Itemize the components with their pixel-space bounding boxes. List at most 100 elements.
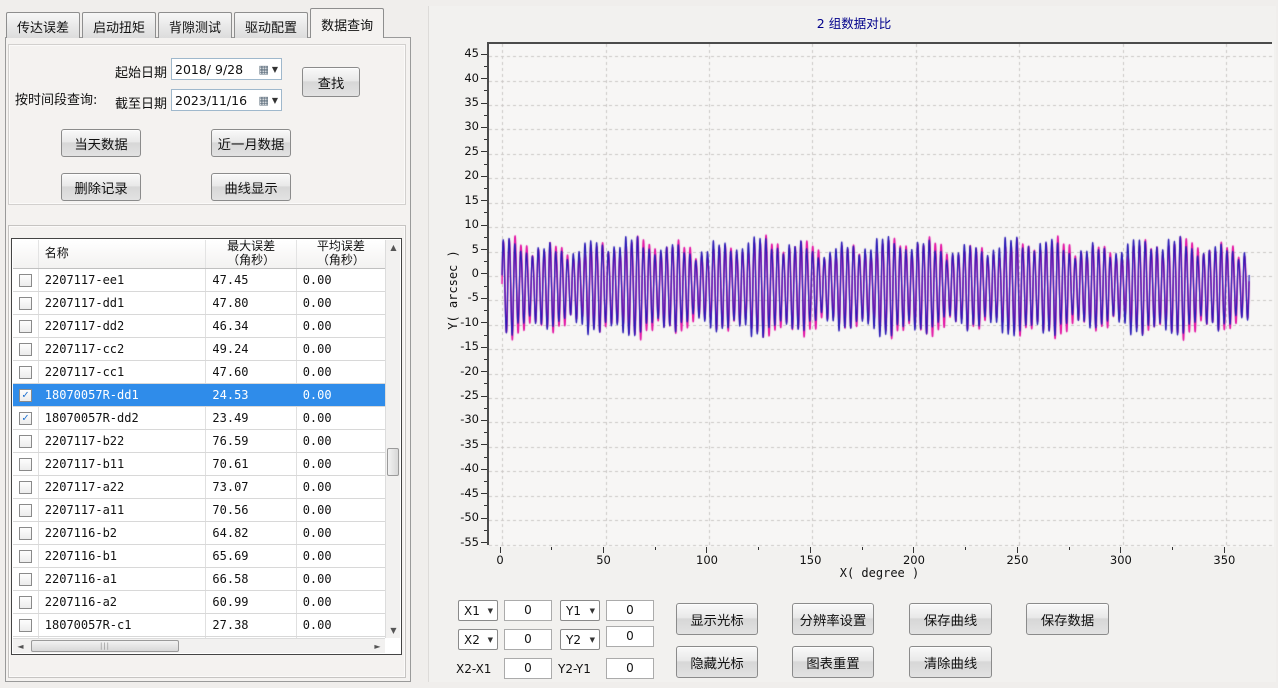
chevron-down-icon[interactable]: ▼: [272, 65, 278, 74]
y2-value-field[interactable]: 0: [606, 626, 654, 647]
table-horizontal-scrollbar[interactable]: ◄ ||| ►: [13, 638, 385, 653]
table-row[interactable]: 2207117-b1170.610.00: [13, 453, 385, 476]
y-minor-tick-mark: [484, 335, 487, 336]
checkbox-icon[interactable]: [19, 366, 32, 379]
header-avg-error[interactable]: 平均误差（角秒）: [297, 240, 385, 268]
table-row[interactable]: 2207117-cc249.240.00: [13, 338, 385, 361]
checkbox-checked-icon[interactable]: ✓: [19, 389, 32, 402]
search-button[interactable]: 查找: [302, 67, 360, 97]
checkbox-checked-icon[interactable]: ✓: [19, 412, 32, 425]
delete-record-button[interactable]: 删除记录: [61, 173, 141, 201]
table-row[interactable]: 2207116-a260.990.00: [13, 591, 385, 614]
checkbox-icon[interactable]: [19, 481, 32, 494]
table-row[interactable]: 2207117-ee147.450.00: [13, 269, 385, 292]
table-row[interactable]: 2207117-dd246.340.00: [13, 315, 385, 338]
curve-display-button[interactable]: 曲线显示: [211, 173, 291, 201]
checkbox-icon[interactable]: [19, 619, 32, 632]
tab-3[interactable]: 驱动配置: [234, 12, 308, 38]
checkbox-icon[interactable]: [19, 550, 32, 563]
tab-4[interactable]: 数据查询: [310, 8, 384, 38]
header-name[interactable]: 名称: [39, 240, 207, 268]
row-checkbox-cell: [13, 614, 39, 636]
tab-bar: 传达误差启动扭矩背隙测试驱动配置数据查询: [6, 10, 386, 38]
header-max-error[interactable]: 最大误差（角秒）: [206, 240, 296, 268]
scroll-right-icon[interactable]: ►: [370, 639, 385, 654]
table-row[interactable]: 2207116-b165.690.00: [13, 545, 385, 568]
y-minor-tick-mark: [484, 261, 487, 262]
resolution-settings-button[interactable]: 分辨率设置: [792, 603, 874, 635]
y-minor-tick-mark: [484, 78, 487, 79]
table-row[interactable]: 2207117-b2276.590.00: [13, 430, 385, 453]
checkbox-icon[interactable]: [19, 274, 32, 287]
checkbox-icon[interactable]: [19, 297, 32, 310]
chart-plot-area[interactable]: [487, 42, 1272, 545]
x2-value-field[interactable]: 0: [504, 629, 552, 650]
table-row[interactable]: 2207117-dd147.800.00: [13, 292, 385, 315]
horizontal-scroll-thumb[interactable]: |||: [31, 640, 179, 652]
y-minor-tick-mark: [484, 542, 487, 543]
start-date-picker[interactable]: 2018/ 9/28 ▦ ▼: [171, 58, 282, 80]
chart-canvas: [489, 44, 1274, 547]
table-vertical-scrollbar[interactable]: ▲ ▼: [385, 240, 400, 638]
y-tick-label: 30: [445, 119, 479, 133]
y1-value-field[interactable]: 0: [606, 600, 654, 621]
table-row[interactable]: ✓18070057R-dd223.490.00: [13, 407, 385, 430]
row-name: 2207117-dd1: [39, 292, 207, 314]
table-row[interactable]: 2207117-a2273.070.00: [13, 476, 385, 499]
y-minor-tick-mark: [484, 273, 487, 274]
table-row[interactable]: 2207116-b264.820.00: [13, 522, 385, 545]
table-row[interactable]: ✓18070057R-dd124.530.00: [13, 384, 385, 407]
checkbox-icon[interactable]: [19, 573, 32, 586]
scroll-down-icon[interactable]: ▼: [386, 623, 401, 638]
tab-2[interactable]: 背隙测试: [158, 12, 232, 38]
row-name: 2207116-b2: [39, 522, 207, 544]
chevron-down-icon[interactable]: ▼: [272, 96, 278, 105]
scroll-left-icon[interactable]: ◄: [13, 639, 28, 654]
scroll-up-icon[interactable]: ▲: [386, 240, 401, 255]
delta-x-field[interactable]: 0: [504, 658, 552, 679]
checkbox-icon[interactable]: [19, 596, 32, 609]
table-row[interactable]: 2207117-cc147.600.00: [13, 361, 385, 384]
checkbox-icon[interactable]: [19, 343, 32, 356]
y-minor-tick-mark: [484, 347, 487, 348]
last-month-data-button[interactable]: 近一月数据: [211, 129, 291, 157]
checkbox-icon[interactable]: [19, 504, 32, 517]
end-date-value: 2023/11/16: [175, 93, 247, 108]
checkbox-icon[interactable]: [19, 458, 32, 471]
row-avg-error: 0.00: [297, 338, 385, 360]
table-row[interactable]: 2207117-a1170.560.00: [13, 499, 385, 522]
delta-y-field[interactable]: 0: [606, 658, 654, 679]
y-minor-tick-mark: [484, 408, 487, 409]
x1-select[interactable]: X1▼: [458, 600, 498, 621]
x1-value-field[interactable]: 0: [504, 600, 552, 621]
y-tick-label: -50: [445, 510, 479, 524]
x-minor-tick-mark: [758, 547, 759, 550]
clear-curve-button[interactable]: 清除曲线: [909, 646, 992, 678]
y-minor-tick-mark: [484, 212, 487, 213]
checkbox-icon[interactable]: [19, 435, 32, 448]
row-max-error: 66.58: [206, 568, 296, 590]
y-minor-tick-mark: [484, 66, 487, 67]
row-checkbox-cell: [13, 361, 39, 383]
row-name: 2207117-b22: [39, 430, 207, 452]
x2-select[interactable]: X2▼: [458, 629, 498, 650]
table-row[interactable]: 18070057R-c127.380.00: [13, 614, 385, 637]
vertical-scroll-thumb[interactable]: [387, 448, 399, 476]
checkbox-icon[interactable]: [19, 527, 32, 540]
show-cursor-button[interactable]: 显示光标: [676, 603, 758, 635]
y-minor-tick-mark: [484, 481, 487, 482]
end-date-picker[interactable]: 2023/11/16 ▦ ▼: [171, 89, 282, 111]
tab-0[interactable]: 传达误差: [6, 12, 80, 38]
save-curve-button[interactable]: 保存曲线: [909, 603, 992, 635]
save-data-button[interactable]: 保存数据: [1026, 603, 1109, 635]
y1-select[interactable]: Y1▼: [560, 600, 600, 621]
table-row[interactable]: 2207116-a166.580.00: [13, 568, 385, 591]
checkbox-icon[interactable]: [19, 320, 32, 333]
hide-cursor-button[interactable]: 隐藏光标: [676, 646, 758, 678]
chart-reset-button[interactable]: 图表重置: [792, 646, 874, 678]
today-data-button[interactable]: 当天数据: [61, 129, 141, 157]
row-checkbox-cell: [13, 430, 39, 452]
row-max-error: 64.82: [206, 522, 296, 544]
tab-1[interactable]: 启动扭矩: [82, 12, 156, 38]
y2-select[interactable]: Y2▼: [560, 629, 600, 650]
